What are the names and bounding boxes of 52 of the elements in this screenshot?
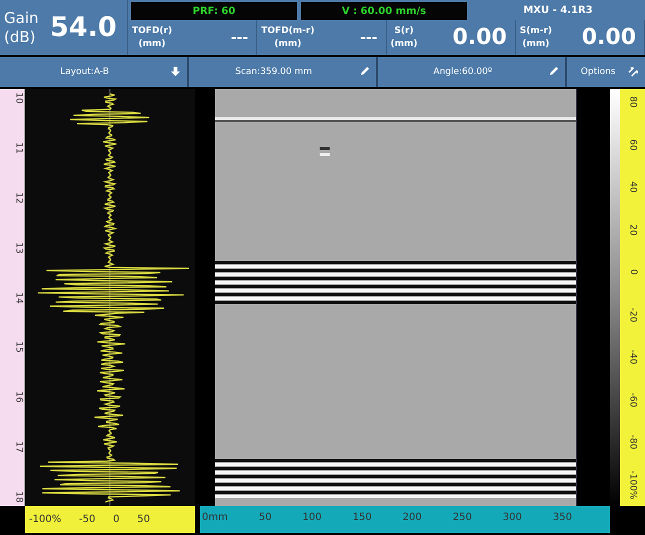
axis-label: 100	[302, 512, 322, 523]
reading-value: ---	[230, 30, 248, 46]
axis-label: -100%	[29, 514, 62, 525]
ruler-label: 18	[13, 491, 24, 503]
axis-label: 50	[137, 514, 150, 525]
reading-value: 0.00	[452, 25, 507, 50]
scale-label: 0	[628, 269, 638, 276]
scale-label: 40	[628, 181, 638, 193]
reading-value: ---	[360, 30, 378, 46]
gain-label: Gain (dB)	[4, 8, 40, 46]
reading-value: 0.00	[582, 25, 636, 50]
reading-label: S(r) (mm)	[390, 24, 418, 50]
status-display: V : 60.00 mm/s	[301, 2, 467, 20]
axis-label: 350	[552, 512, 572, 523]
down-arrow-icon	[170, 66, 182, 77]
scale-label: -100%	[628, 470, 638, 500]
scale-label: -80	[628, 435, 638, 450]
axis-label: 250	[452, 512, 472, 523]
scale-label: 60	[628, 138, 638, 150]
ruler-label: 12	[13, 192, 24, 204]
pencil-icon	[548, 66, 560, 77]
pencil-icon	[359, 66, 370, 77]
ruler-label: 14	[13, 292, 24, 304]
gain-value: 54.0	[50, 12, 117, 43]
axis-label: 300	[502, 512, 522, 523]
axis-label: 150	[352, 512, 372, 523]
ruler-label: 17	[13, 441, 24, 453]
axis-label: 0mm	[202, 512, 228, 523]
toolbar-button[interactable]: Options	[567, 57, 645, 87]
scale-label: 80	[628, 96, 638, 108]
axis-label: -50	[78, 514, 96, 525]
ruler-label: 13	[13, 242, 24, 254]
scale-label: -60	[628, 392, 638, 408]
axis-label: 0	[113, 514, 120, 525]
ruler-label: 11	[13, 142, 24, 154]
ruler-label: 15	[13, 342, 24, 354]
toolbar-button[interactable]: Scan:359.00 mm	[189, 57, 376, 87]
reading-label: TOFD(r) (mm)	[132, 24, 172, 50]
probe-name: MXU - 4.1R3	[522, 4, 594, 18]
scale-label: 20	[628, 224, 638, 236]
axis-label: 200	[402, 512, 422, 523]
double-arrow-icon	[628, 66, 639, 77]
ruler-label: 16	[13, 392, 24, 403]
toolbar-button[interactable]: Layout:A-B	[0, 57, 188, 87]
ruler-label: 10	[13, 92, 24, 104]
reading-label: TOFD(m-r) (mm)	[261, 24, 314, 50]
reading-label: S(m-r) (mm)	[520, 24, 552, 50]
scale-label: -40	[628, 350, 638, 365]
status-display: PRF: 60	[131, 2, 297, 20]
scale-label: -20	[628, 307, 638, 322]
toolbar-button[interactable]: Angle:60.00º	[378, 57, 566, 87]
axis-label: 50	[258, 512, 272, 523]
